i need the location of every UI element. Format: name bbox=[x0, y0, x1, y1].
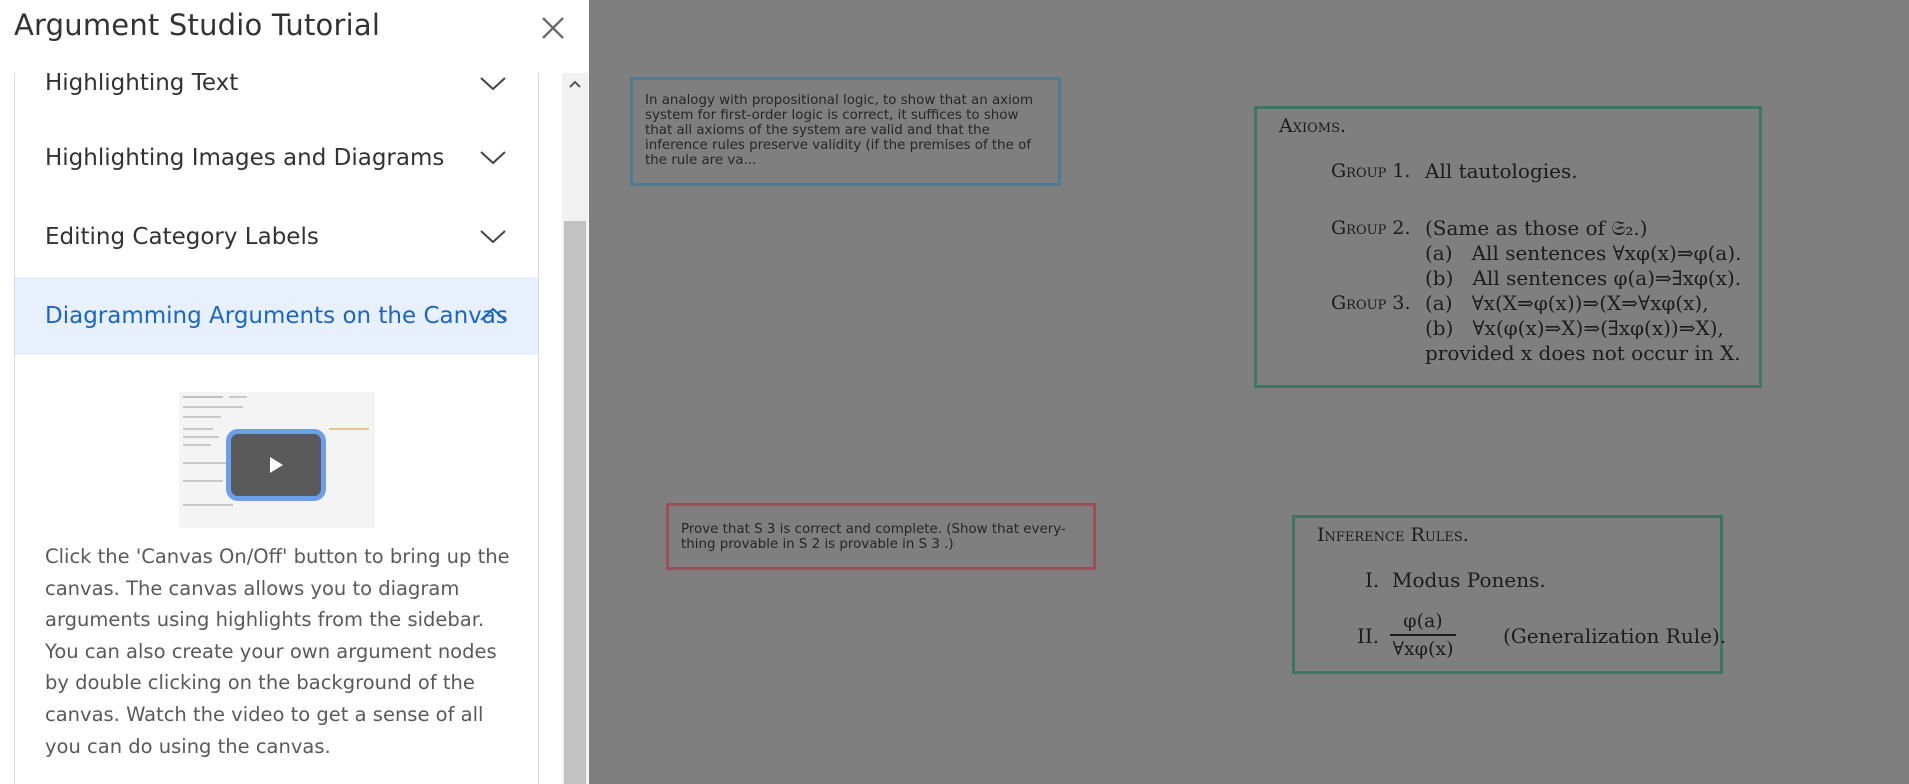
axiom-line: (a) ∀x(X⇒φ(x))⇒(X⇒∀xφ(x), bbox=[1425, 291, 1709, 315]
accordion-item-label: Diagramming Arguments on the Canvas bbox=[45, 303, 508, 329]
section-description: Click the 'Canvas On/Off' button to brin… bbox=[45, 545, 510, 758]
accordion-item-label: Highlighting Text bbox=[45, 73, 239, 96]
axioms-figure[interactable]: Axioms. Group 1. All tautologies. Group … bbox=[1254, 106, 1762, 388]
play-icon bbox=[270, 457, 283, 473]
axiom-line: provided x does not occur in X. bbox=[1425, 341, 1741, 365]
rule-line: I. Modus Ponens. bbox=[1365, 568, 1546, 592]
group-text: All tautologies. bbox=[1425, 159, 1578, 183]
chevron-down-icon bbox=[480, 230, 506, 244]
axiom-line: (b) ∀x(φ(x)⇒X)⇒(∃xφ(x))⇒X), bbox=[1425, 316, 1724, 340]
accordion-panel-diagramming: Click the 'Canvas On/Off' button to brin… bbox=[14, 355, 539, 784]
argument-node[interactable]: Prove that S 3 is correct and complete. … bbox=[666, 503, 1096, 570]
accordion-item-diagramming[interactable]: Diagramming Arguments on the Canvas bbox=[14, 277, 539, 356]
argument-canvas[interactable]: In analogy with propositional logic, to … bbox=[589, 0, 1909, 784]
generalization-fraction: φ(a) ∀xφ(x) bbox=[1390, 610, 1456, 660]
sidebar-scrollbar[interactable] bbox=[562, 73, 588, 784]
sidebar-title: Argument Studio Tutorial bbox=[14, 8, 381, 42]
accordion-item-editing-labels[interactable]: Editing Category Labels bbox=[14, 198, 539, 278]
scrollbar-thumb[interactable] bbox=[564, 221, 586, 784]
chevron-down-icon bbox=[480, 77, 506, 91]
tutorial-sidebar: Argument Studio Tutorial Highlighting Te… bbox=[0, 0, 589, 784]
group-label: Group 2. bbox=[1331, 217, 1411, 239]
chevron-up-icon bbox=[480, 307, 506, 321]
close-button[interactable] bbox=[533, 8, 573, 48]
caret-up-icon bbox=[569, 80, 581, 88]
group-label: Group 3. bbox=[1331, 292, 1411, 314]
accordion-item-label: Editing Category Labels bbox=[45, 224, 319, 250]
rule-name: (Generalization Rule). bbox=[1503, 624, 1727, 648]
chevron-down-icon bbox=[480, 151, 506, 165]
axiom-line: (b) All sentences φ(a)⇒∃xφ(x). bbox=[1425, 266, 1742, 290]
accordion-item-highlighting-text[interactable]: Highlighting Text bbox=[14, 73, 539, 120]
axiom-line: (a) All sentences ∀xφ(x)⇒φ(a). bbox=[1425, 241, 1742, 265]
fraction-numerator: φ(a) bbox=[1403, 610, 1443, 632]
figure-heading: Axioms. bbox=[1279, 115, 1347, 137]
figure-heading: Inference Rules. bbox=[1317, 524, 1469, 546]
tutorial-video[interactable] bbox=[179, 392, 375, 528]
scroll-up-button[interactable] bbox=[562, 73, 588, 97]
rule-label: II. bbox=[1357, 624, 1380, 648]
accordion: Highlighting Text Highlighting Images an… bbox=[14, 73, 539, 784]
accordion-item-label: Highlighting Images and Diagrams bbox=[45, 145, 445, 171]
group-label: Group 1. bbox=[1331, 160, 1411, 182]
play-button[interactable] bbox=[226, 429, 326, 501]
argument-node[interactable]: In analogy with propositional logic, to … bbox=[630, 77, 1061, 186]
accordion-item-highlighting-images[interactable]: Highlighting Images and Diagrams bbox=[14, 119, 539, 199]
close-icon bbox=[542, 17, 564, 39]
group-text: (Same as those of 𝔖₂.) bbox=[1425, 216, 1648, 240]
fraction-denominator: ∀xφ(x) bbox=[1392, 637, 1454, 660]
inference-rules-figure[interactable]: Inference Rules. I. Modus Ponens. II. φ(… bbox=[1292, 515, 1727, 674]
